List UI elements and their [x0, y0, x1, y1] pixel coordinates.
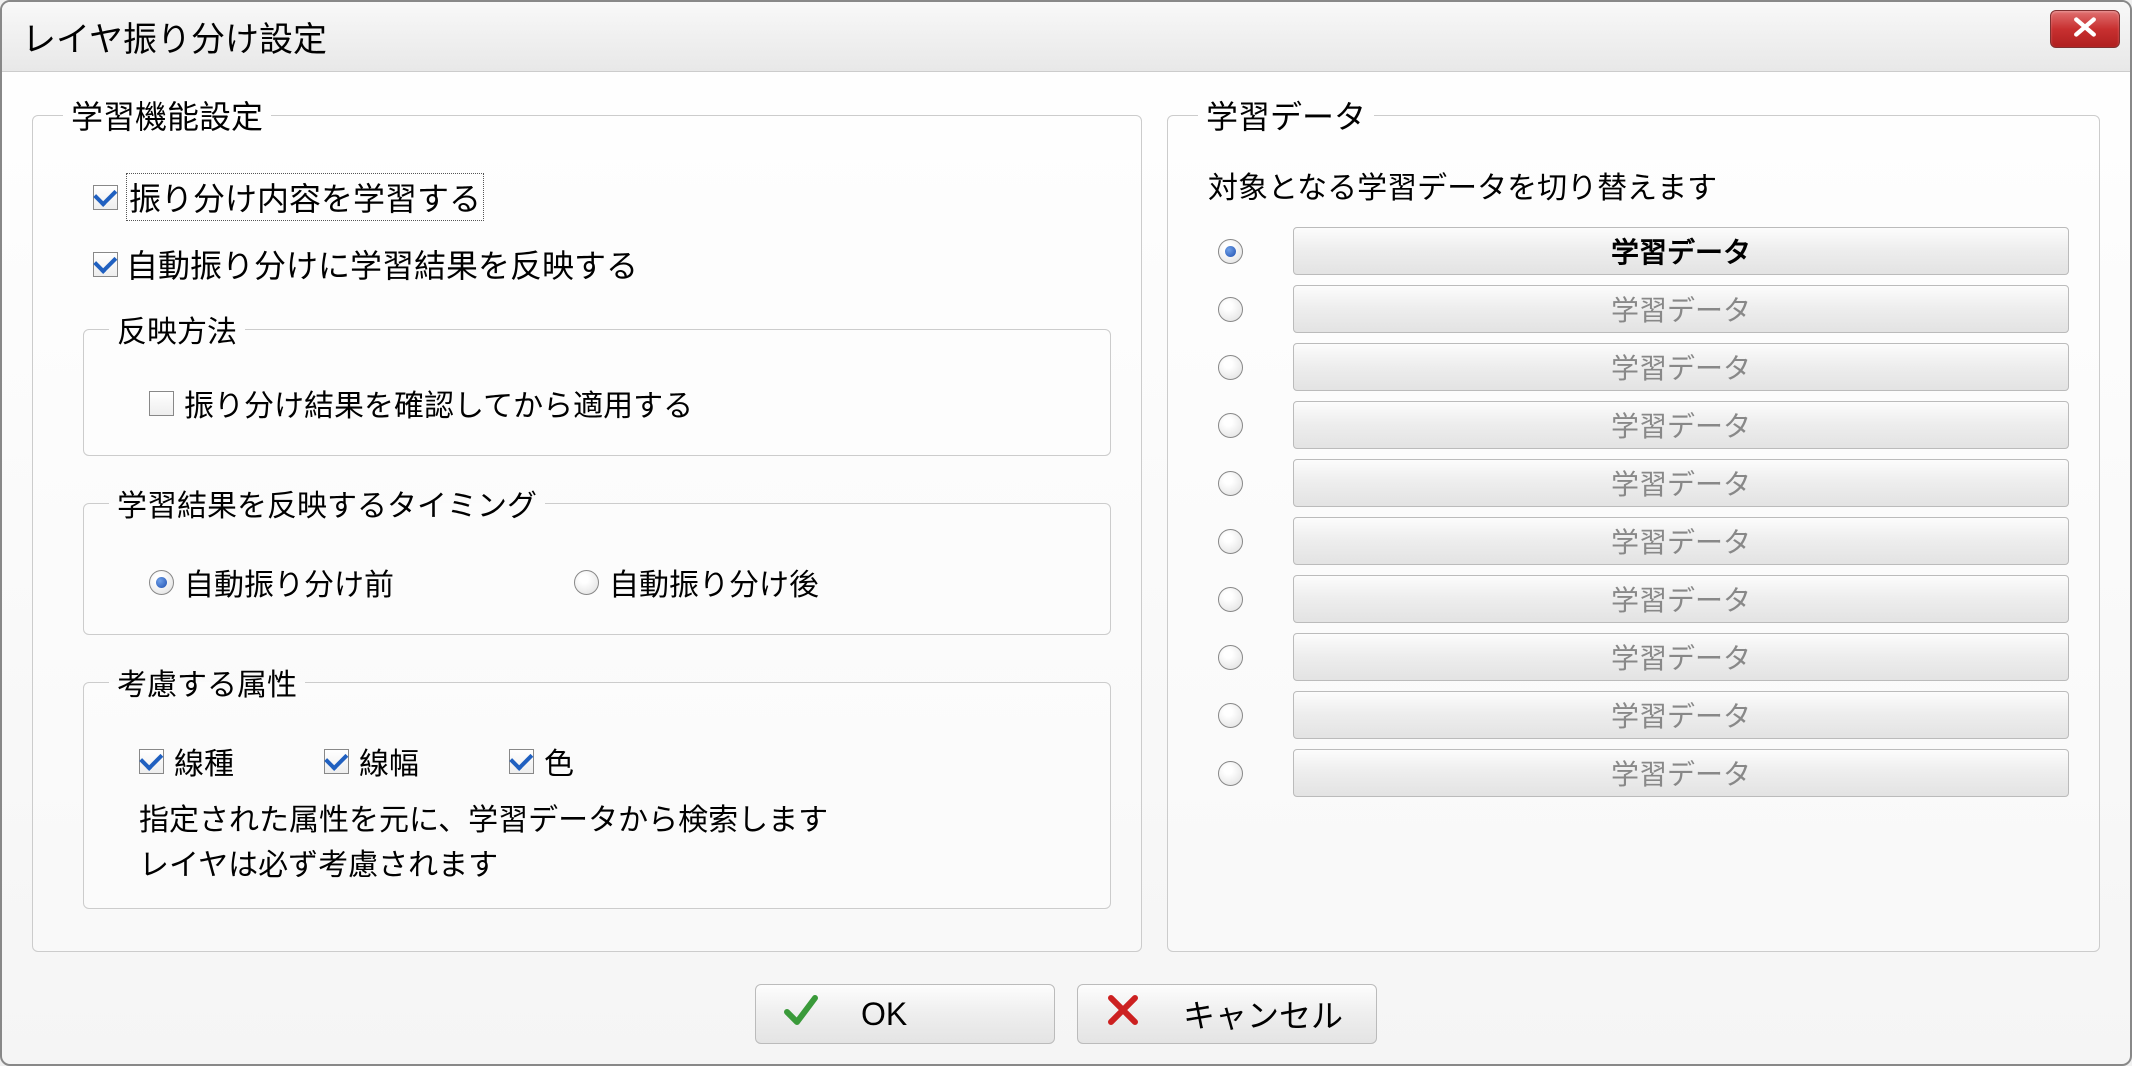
learning-settings-group: 学習機能設定 振り分け内容を学習する 自動振り分けに学習結果を反映する 反映方法… — [32, 92, 1142, 952]
data-button-2[interactable]: 学習データ — [1293, 343, 2069, 391]
titlebar: レイヤ振り分け設定 — [2, 2, 2130, 72]
data-radio-3[interactable] — [1218, 413, 1243, 438]
reflect-result-label[interactable]: 自動振り分けに学習結果を反映する — [126, 241, 638, 287]
data-row: 学習データ — [1218, 285, 2069, 333]
data-button-9[interactable]: 学習データ — [1293, 749, 2069, 797]
timing-option-before: 自動振り分け前 — [149, 560, 394, 604]
timing-radio-after[interactable] — [574, 570, 599, 595]
learning-settings-title: 学習機能設定 — [63, 92, 271, 138]
attr-linewidth: 線幅 — [324, 739, 419, 783]
content-area: 学習機能設定 振り分け内容を学習する 自動振り分けに学習結果を反映する 反映方法… — [2, 72, 2130, 980]
data-row: 学習データ — [1218, 227, 2069, 275]
data-radio-7[interactable] — [1218, 645, 1243, 670]
data-button-3[interactable]: 学習データ — [1293, 401, 2069, 449]
attr-linetype-checkbox[interactable] — [139, 749, 164, 774]
data-row: 学習データ — [1218, 517, 2069, 565]
attributes-group: 考慮する属性 線種 線幅 色 — [83, 660, 1111, 909]
data-button-4[interactable]: 学習データ — [1293, 459, 2069, 507]
ok-button-label: OK — [861, 996, 907, 1033]
attributes-title: 考慮する属性 — [109, 660, 305, 704]
data-button-7[interactable]: 学習データ — [1293, 633, 2069, 681]
cross-icon — [1103, 990, 1143, 1038]
timing-label-before[interactable]: 自動振り分け前 — [184, 560, 394, 604]
attributes-row: 線種 線幅 色 — [139, 739, 1085, 783]
data-radio-8[interactable] — [1218, 703, 1243, 728]
learning-data-title: 学習データ — [1198, 92, 1374, 138]
learn-content-checkbox[interactable] — [93, 185, 118, 210]
button-bar: OK キャンセル — [2, 974, 2130, 1054]
data-row: 学習データ — [1218, 575, 2069, 623]
data-radio-9[interactable] — [1218, 761, 1243, 786]
data-button-6[interactable]: 学習データ — [1293, 575, 2069, 623]
data-radio-6[interactable] — [1218, 587, 1243, 612]
data-radio-0[interactable] — [1218, 239, 1243, 264]
learning-data-group: 学習データ 対象となる学習データを切り替えます 学習データ 学習データ 学習デー… — [1167, 92, 2100, 952]
confirm-apply-row: 振り分け結果を確認してから適用する — [149, 381, 1085, 425]
attributes-help1: 指定された属性を元に、学習データから検索します — [139, 798, 1085, 843]
data-button-1[interactable]: 学習データ — [1293, 285, 2069, 333]
attr-color-label[interactable]: 色 — [544, 739, 574, 783]
data-row: 学習データ — [1218, 343, 2069, 391]
timing-radio-row: 自動振り分け前 自動振り分け後 — [149, 560, 1085, 604]
data-row: 学習データ — [1218, 459, 2069, 507]
reflect-result-checkbox[interactable] — [93, 252, 118, 277]
timing-label-after[interactable]: 自動振り分け後 — [609, 560, 819, 604]
learn-content-row: 振り分け内容を学習する — [93, 173, 1111, 221]
data-row: 学習データ — [1218, 401, 2069, 449]
data-radio-1[interactable] — [1218, 297, 1243, 322]
data-row: 学習データ — [1218, 691, 2069, 739]
timing-option-after: 自動振り分け後 — [574, 560, 819, 604]
attributes-help2: レイヤは必ず考慮されます — [139, 843, 1085, 888]
data-row: 学習データ — [1218, 633, 2069, 681]
dialog-window: レイヤ振り分け設定 学習機能設定 振り分け内容を学習する 自動振り分けに学習結果… — [0, 0, 2132, 1066]
data-row: 学習データ — [1218, 749, 2069, 797]
cancel-button[interactable]: キャンセル — [1077, 984, 1377, 1044]
learning-data-description: 対象となる学習データを切り替えます — [1208, 163, 2069, 207]
cancel-button-label: キャンセル — [1183, 991, 1343, 1037]
attr-linewidth-checkbox[interactable] — [324, 749, 349, 774]
attr-linetype-label[interactable]: 線種 — [174, 739, 234, 783]
timing-title: 学習結果を反映するタイミング — [109, 481, 545, 525]
data-radio-2[interactable] — [1218, 355, 1243, 380]
reflect-method-title: 反映方法 — [109, 307, 245, 351]
left-panel: 学習機能設定 振り分け内容を学習する 自動振り分けに学習結果を反映する 反映方法… — [32, 92, 1142, 970]
ok-button[interactable]: OK — [755, 984, 1055, 1044]
confirm-apply-checkbox[interactable] — [149, 391, 174, 416]
attr-linetype: 線種 — [139, 739, 234, 783]
reflect-method-group: 反映方法 振り分け結果を確認してから適用する — [83, 307, 1111, 456]
attr-color: 色 — [509, 739, 574, 783]
data-radio-5[interactable] — [1218, 529, 1243, 554]
data-radio-4[interactable] — [1218, 471, 1243, 496]
reflect-result-row: 自動振り分けに学習結果を反映する — [93, 241, 1111, 287]
check-icon — [781, 990, 821, 1038]
data-button-0[interactable]: 学習データ — [1293, 227, 2069, 275]
confirm-apply-label[interactable]: 振り分け結果を確認してから適用する — [184, 381, 693, 425]
attr-color-checkbox[interactable] — [509, 749, 534, 774]
right-panel: 学習データ 対象となる学習データを切り替えます 学習データ 学習データ 学習デー… — [1167, 92, 2100, 970]
attr-linewidth-label[interactable]: 線幅 — [359, 739, 419, 783]
data-button-8[interactable]: 学習データ — [1293, 691, 2069, 739]
timing-group: 学習結果を反映するタイミング 自動振り分け前 自動振り分け後 — [83, 481, 1111, 635]
learning-data-list: 学習データ 学習データ 学習データ 学習データ — [1198, 227, 2069, 797]
close-icon — [2072, 17, 2098, 42]
timing-radio-before[interactable] — [149, 570, 174, 595]
window-title: レイヤ振り分け設定 — [22, 12, 327, 61]
close-button[interactable] — [2050, 10, 2120, 48]
learn-content-label[interactable]: 振り分け内容を学習する — [126, 173, 484, 221]
data-button-5[interactable]: 学習データ — [1293, 517, 2069, 565]
